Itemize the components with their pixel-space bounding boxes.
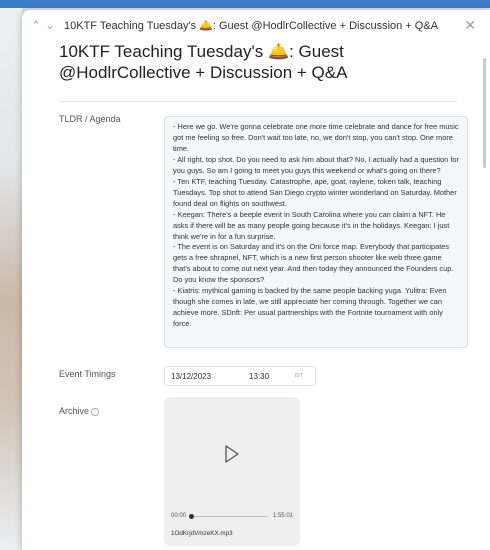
tldr-label: TLDR / Agenda bbox=[59, 114, 121, 124]
current-time: 00:00 bbox=[171, 513, 187, 519]
time-value[interactable]: 13:30 bbox=[249, 372, 269, 381]
header-title: 10KTF Teaching Tuesday's 🛎️: Guest @Hodl… bbox=[64, 19, 439, 32]
background-app-edge bbox=[0, 0, 22, 550]
progress-track[interactable] bbox=[189, 513, 268, 519]
timings-label: Event Timings bbox=[59, 369, 116, 379]
play-button[interactable] bbox=[164, 397, 300, 511]
close-icon[interactable]: ✕ bbox=[464, 17, 476, 34]
event-detail-panel: ⌃ ⌄ 10KTF Teaching Tuesday's 🛎️: Guest @… bbox=[22, 10, 490, 550]
chevron-up-icon[interactable]: ⌃ bbox=[30, 17, 42, 33]
play-icon bbox=[225, 445, 239, 463]
chevron-down-icon[interactable]: ⌄ bbox=[44, 17, 56, 33]
archive-label-text: Archive bbox=[59, 406, 90, 416]
progress-knob[interactable] bbox=[189, 513, 195, 519]
tldr-textarea[interactable]: - Here we go. We're gonna celebrate one … bbox=[164, 116, 468, 348]
timezone-value[interactable]: IST bbox=[294, 373, 303, 379]
info-icon[interactable]: i bbox=[91, 408, 100, 416]
duration: 1:55:01 bbox=[272, 513, 293, 519]
divider bbox=[59, 101, 457, 102]
page-title: 10KTF Teaching Tuesday's 🛎️: Guest @Hodl… bbox=[59, 42, 348, 82]
archive-label: Archive i bbox=[59, 406, 100, 416]
date-value[interactable]: 13/12/2023 bbox=[171, 372, 211, 381]
scrollbar-thumb[interactable] bbox=[483, 58, 486, 168]
panel-header: ⌃ ⌄ 10KTF Teaching Tuesday's 🛎️: Guest @… bbox=[22, 10, 490, 40]
event-timing-field[interactable]: 13/12/2023 13:30 IST bbox=[164, 366, 316, 386]
audio-player-card: 00:00 1:55:01 1OdKrjdVmzeKX.mp3 bbox=[164, 397, 300, 546]
background-app-topbar bbox=[0, 0, 490, 8]
audio-progress-row: 00:00 1:55:01 bbox=[171, 511, 293, 521]
file-name: 1OdKrjdVmzeKX.mp3 bbox=[171, 530, 233, 537]
